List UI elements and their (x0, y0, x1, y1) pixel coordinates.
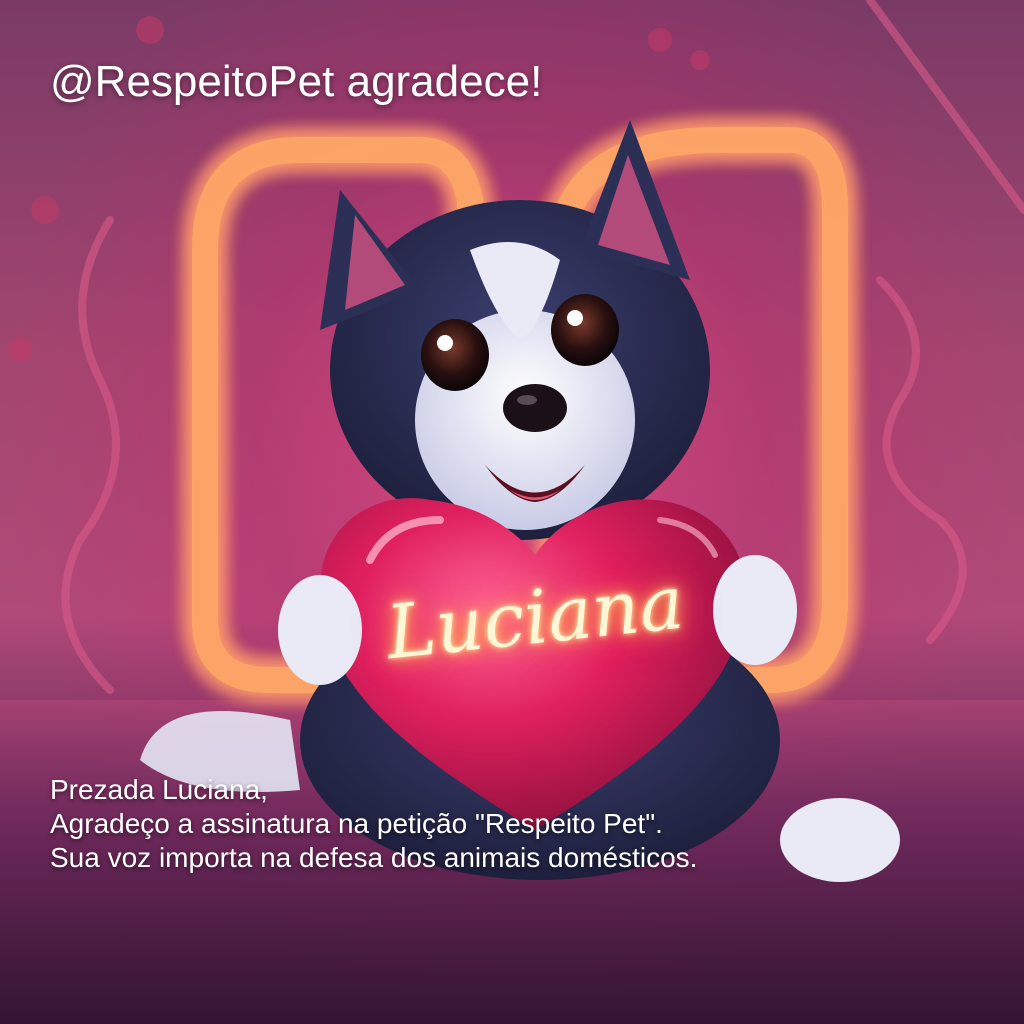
message-line-1: Agradeço a assinatura na petição "Respei… (50, 808, 663, 839)
message-line-2: Sua voz importa na defesa dos animais do… (50, 842, 698, 873)
thank-you-message: Prezada Luciana, Agradeço a assinatura n… (50, 773, 697, 875)
page-title: @RespeitoPet agradece! (50, 57, 543, 106)
thank-you-card: Luciana @RespeitoPet agradece! Prezada L… (0, 0, 1024, 1024)
greeting-line: Prezada Luciana, (50, 774, 268, 805)
